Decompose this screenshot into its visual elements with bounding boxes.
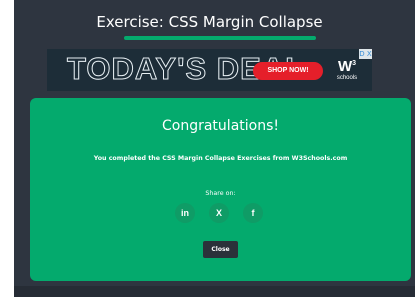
congratulations-modal: Congratulations! You completed the CSS M… (30, 98, 411, 281)
completion-message: You completed the CSS Margin Collapse Ex… (93, 155, 348, 162)
shop-now-button[interactable]: SHOP NOW! (253, 62, 323, 80)
facebook-share-button[interactable]: f (243, 203, 263, 223)
page-title: Exercise: CSS Margin Collapse (96, 13, 323, 31)
linkedin-share-button[interactable]: in (175, 203, 195, 223)
w3schools-logo-text: schools (336, 75, 358, 81)
w3schools-logo: W3 schools (333, 56, 361, 86)
w3schools-logo-mark: W3 (337, 58, 357, 75)
title-underline (124, 36, 316, 40)
x-share-button[interactable]: X (209, 203, 229, 223)
close-button[interactable]: Close (203, 241, 238, 258)
ad-choices-icon[interactable]: D X (359, 49, 372, 59)
bottom-shade (14, 286, 415, 297)
ad-banner[interactable]: TODAY'S DEAL SHOP NOW! W3 schools D X (47, 49, 372, 91)
modal-title: Congratulations! (162, 118, 279, 134)
share-label: Share on: (205, 190, 236, 197)
linkedin-icon: in (181, 208, 189, 218)
share-buttons: in X f (175, 203, 266, 225)
facebook-icon: f (251, 208, 255, 218)
x-icon: X (215, 208, 222, 218)
